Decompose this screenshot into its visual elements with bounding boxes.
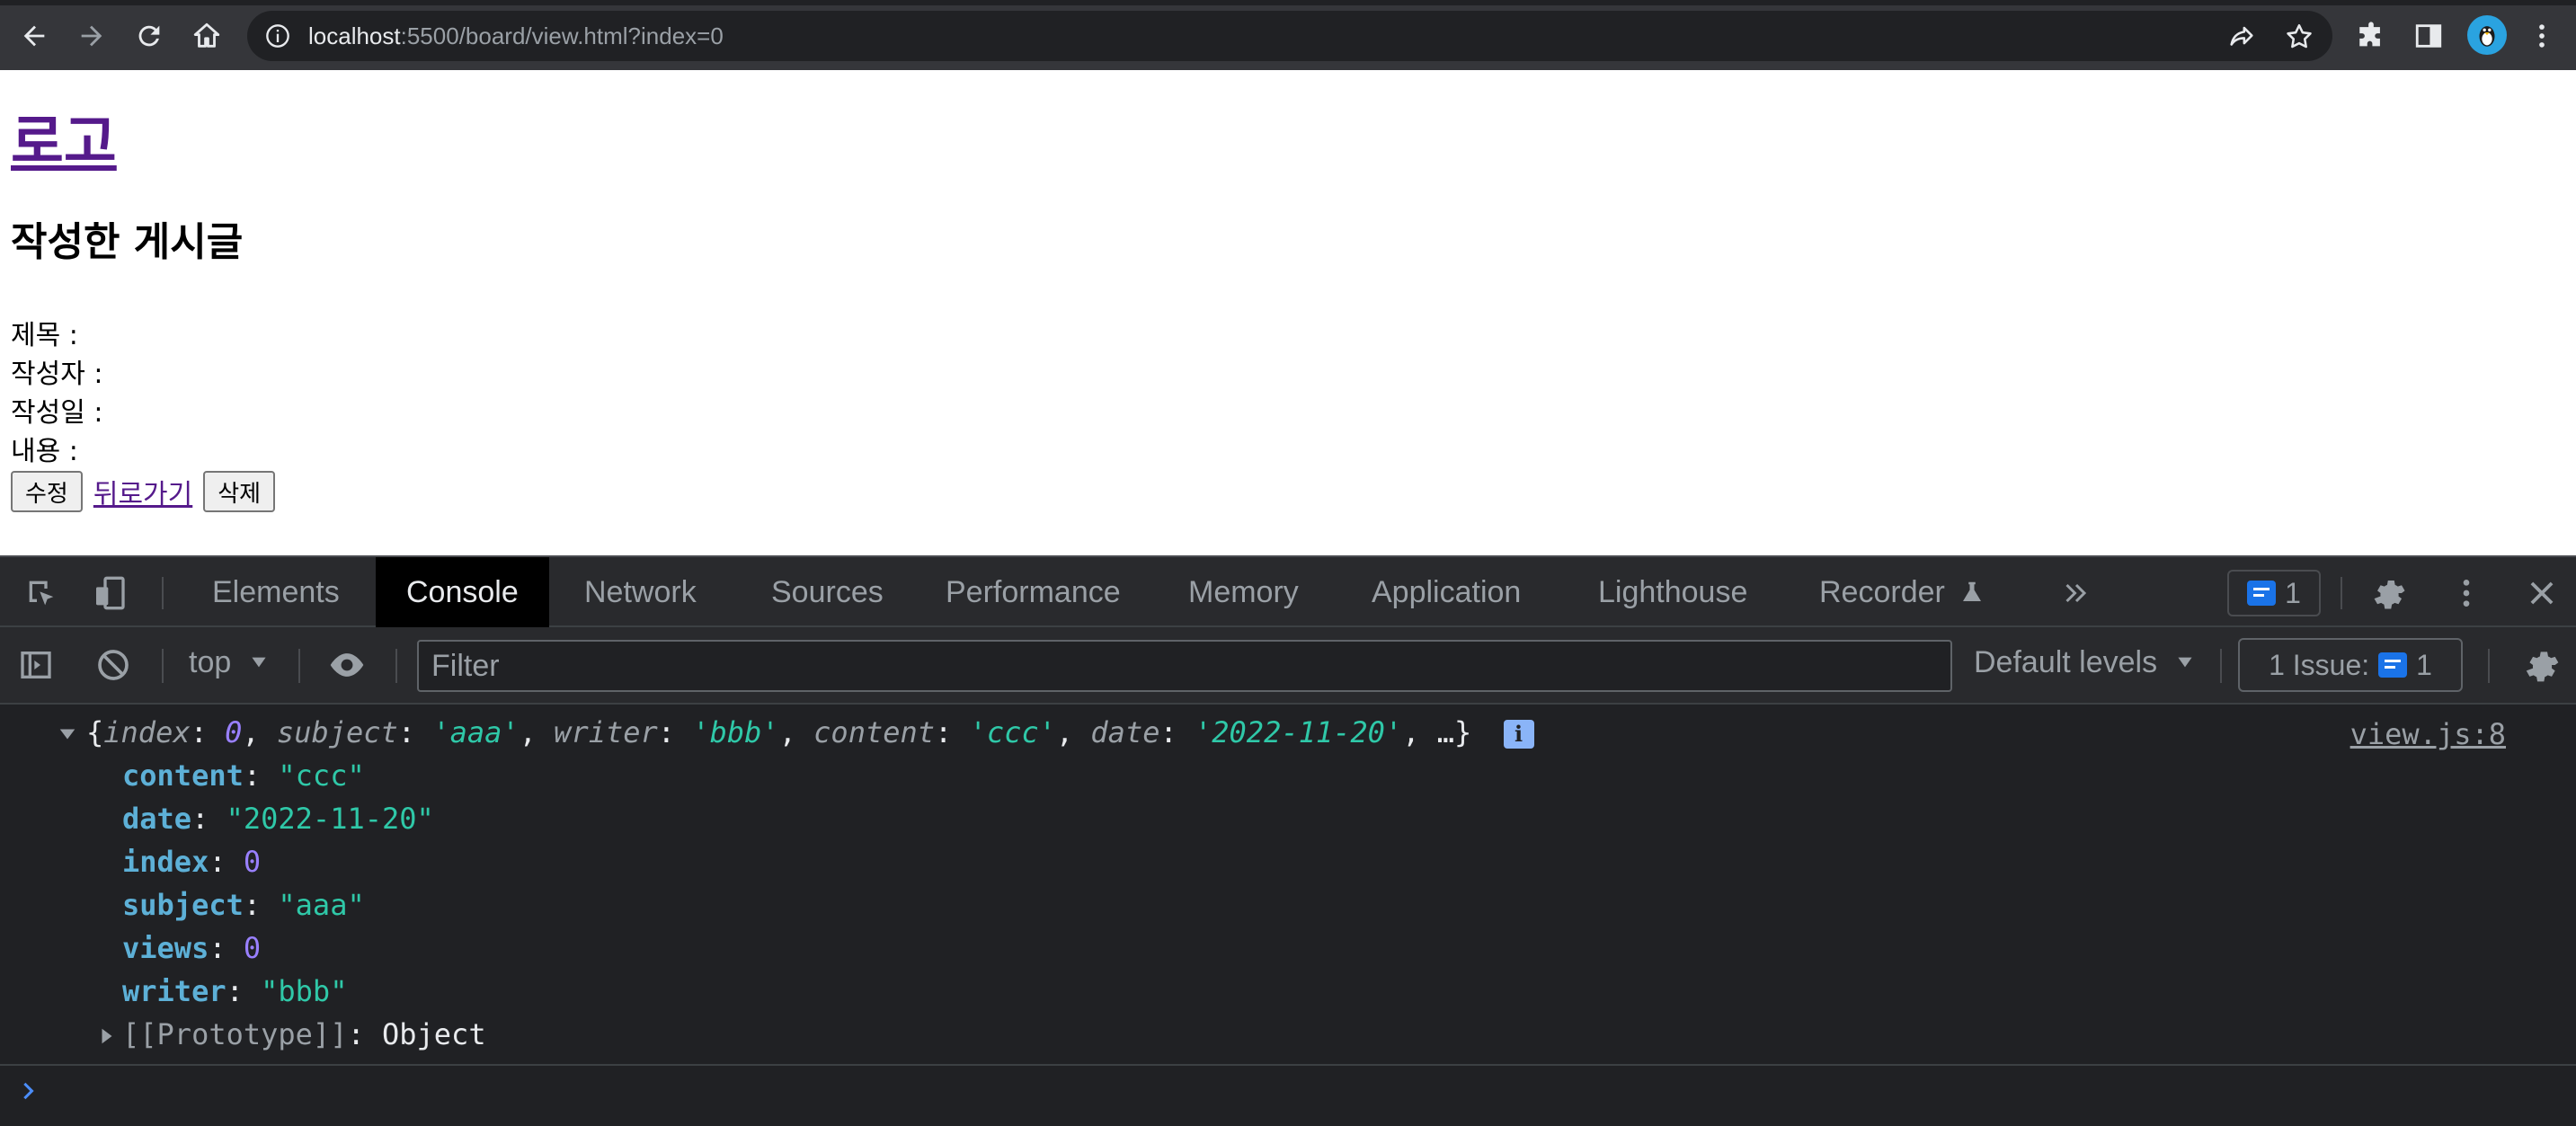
devtools-menu-icon[interactable] bbox=[2447, 573, 2486, 613]
tab-application[interactable]: Application bbox=[1341, 557, 1551, 627]
tab-recorder-label: Recorder bbox=[1819, 575, 1945, 609]
delete-button[interactable]: 삭제 bbox=[203, 471, 276, 512]
back-icon[interactable] bbox=[14, 16, 54, 56]
dropdown-arrow-icon bbox=[252, 657, 266, 668]
divider bbox=[298, 649, 300, 683]
message-count-badge[interactable]: 1 bbox=[2227, 570, 2321, 616]
issues-label: 1 Issue: bbox=[2269, 648, 2370, 681]
page-title: 작성한 게시글 bbox=[11, 219, 244, 265]
live-expression-eye-icon[interactable] bbox=[327, 645, 367, 685]
divider bbox=[2488, 649, 2490, 683]
page-viewport: 로고 작성한 게시글 제목 : 작성자 : 작성일 : 내용 : 수정 뒤로가기… bbox=[0, 70, 2576, 555]
field-content: 내용 : bbox=[11, 436, 78, 467]
log-levels-dropdown[interactable]: Default levels bbox=[1974, 645, 2197, 680]
penguin-icon bbox=[2479, 26, 2495, 47]
divider bbox=[162, 649, 164, 683]
console-settings-gear-icon[interactable] bbox=[2522, 645, 2562, 685]
info-icon[interactable]: i bbox=[1503, 720, 1534, 749]
issues-count: 1 bbox=[2416, 648, 2432, 681]
tab-strip bbox=[0, 0, 2576, 5]
console-output: {index: 0, subject: 'aaa', writer: 'bbb'… bbox=[0, 705, 2576, 1126]
logo-link[interactable]: 로고 bbox=[11, 111, 117, 175]
extensions-icon[interactable] bbox=[2351, 16, 2391, 56]
message-count: 1 bbox=[2285, 576, 2301, 609]
settings-gear-icon[interactable] bbox=[2369, 573, 2409, 613]
site-info-icon[interactable] bbox=[265, 23, 290, 49]
url-text: localhost:5500/board/view.html?index=0 bbox=[308, 22, 724, 49]
property-row: index: 0 bbox=[122, 845, 262, 879]
field-date: 작성일 : bbox=[11, 397, 103, 429]
action-row: 수정 뒤로가기 삭제 bbox=[11, 471, 276, 512]
issue-message-icon bbox=[2378, 652, 2408, 678]
tab-sources[interactable]: Sources bbox=[741, 557, 914, 627]
divider bbox=[162, 577, 164, 609]
browser-toolbar: localhost:5500/board/view.html?index=0 bbox=[0, 0, 2576, 70]
tab-lighthouse[interactable]: Lighthouse bbox=[1568, 557, 1778, 627]
tab-recorder[interactable]: Recorder bbox=[1789, 557, 2016, 627]
tab-console[interactable]: Console bbox=[376, 557, 549, 627]
clear-console-icon[interactable] bbox=[93, 645, 133, 685]
expand-triangle-icon[interactable] bbox=[58, 724, 77, 744]
flask-icon bbox=[1963, 581, 1982, 601]
property-row: subject: "aaa" bbox=[122, 888, 365, 922]
prompt-chevron-icon bbox=[23, 1082, 34, 1100]
property-row: views: 0 bbox=[122, 931, 262, 965]
tab-memory[interactable]: Memory bbox=[1158, 557, 1329, 627]
reload-icon[interactable] bbox=[129, 16, 169, 56]
home-icon[interactable] bbox=[187, 16, 227, 56]
prototype-row[interactable]: [[Prototype]]: Object bbox=[97, 1017, 486, 1051]
back-link[interactable]: 뒤로가기 bbox=[93, 472, 192, 511]
close-devtools-icon[interactable] bbox=[2522, 573, 2562, 613]
divider bbox=[2341, 577, 2342, 609]
chat-message-icon bbox=[2247, 581, 2277, 606]
field-writer: 작성자 : bbox=[11, 359, 103, 390]
devtools-tabbar: Elements Console Network Sources Perform… bbox=[0, 555, 2576, 627]
context-value: top bbox=[189, 645, 232, 679]
profile-avatar[interactable] bbox=[2467, 15, 2507, 55]
sidebar-toggle-icon[interactable] bbox=[16, 645, 56, 685]
log-levels-label: Default levels bbox=[1974, 645, 2158, 679]
edit-button[interactable]: 수정 bbox=[11, 471, 83, 512]
divider bbox=[2220, 649, 2222, 683]
dropdown-arrow-icon bbox=[2177, 657, 2192, 668]
divider bbox=[395, 649, 397, 683]
console-toolbar: top Filter Default levels 1 Issue: 1 bbox=[0, 627, 2576, 705]
inspect-element-icon[interactable] bbox=[22, 573, 61, 613]
collapsed-triangle-icon[interactable] bbox=[97, 1026, 117, 1046]
bookmark-star-icon[interactable] bbox=[2284, 22, 2314, 52]
forward-icon[interactable] bbox=[72, 16, 111, 56]
post-fields: 제목 : 작성자 : 작성일 : 내용 : bbox=[11, 316, 102, 471]
devtools-panel: Elements Console Network Sources Perform… bbox=[0, 555, 2576, 1126]
tab-performance[interactable]: Performance bbox=[915, 557, 1151, 627]
side-panel-icon[interactable] bbox=[2409, 16, 2448, 56]
divider bbox=[0, 1064, 2576, 1066]
context-selector[interactable]: top bbox=[189, 645, 271, 680]
property-row: date: "2022-11-20" bbox=[122, 802, 434, 836]
console-object-summary[interactable]: {index: 0, subject: 'aaa', writer: 'bbb'… bbox=[58, 715, 1534, 749]
more-tabs-icon[interactable] bbox=[2056, 573, 2096, 613]
field-subject: 제목 : bbox=[11, 320, 78, 351]
console-prompt[interactable] bbox=[16, 1077, 41, 1111]
issues-button[interactable]: 1 Issue: 1 bbox=[2238, 638, 2463, 692]
console-filter-input[interactable]: Filter bbox=[417, 640, 1952, 692]
device-toolbar-icon[interactable] bbox=[90, 573, 129, 613]
tab-elements[interactable]: Elements bbox=[182, 557, 370, 627]
source-link[interactable]: view.js:8 bbox=[2350, 717, 2506, 751]
property-row: content: "ccc" bbox=[122, 758, 365, 793]
property-row: writer: "bbb" bbox=[122, 974, 348, 1008]
browser-menu-icon[interactable] bbox=[2522, 16, 2562, 56]
share-icon[interactable] bbox=[2226, 22, 2257, 52]
tab-network[interactable]: Network bbox=[554, 557, 727, 627]
address-bar[interactable]: localhost:5500/board/view.html?index=0 bbox=[247, 11, 2332, 61]
